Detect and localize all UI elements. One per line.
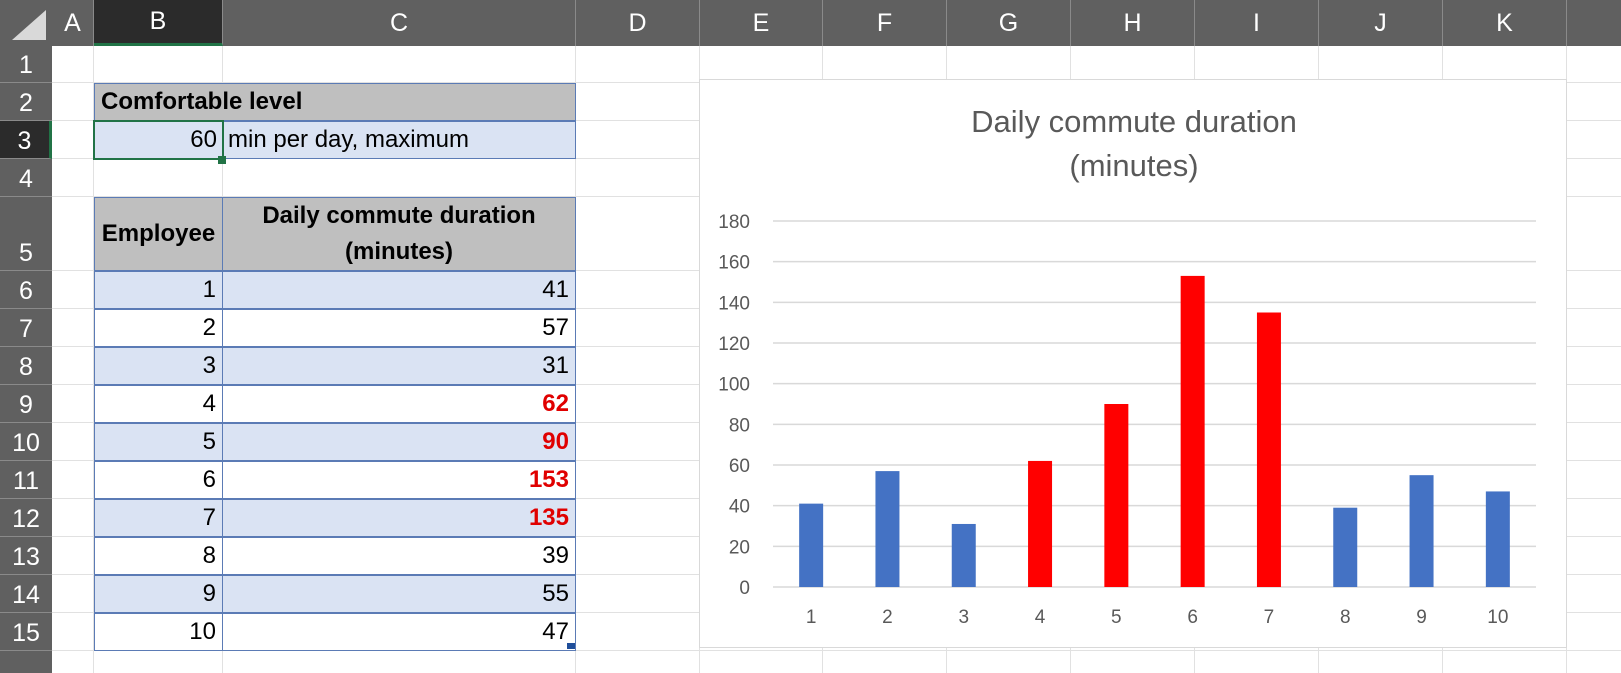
commute-minutes-cell[interactable]: 55 [222, 575, 576, 613]
y-tick-label: 160 [718, 253, 750, 274]
table-header-duration-line1: Daily commute duration [262, 202, 536, 229]
y-tick-label: 140 [718, 293, 750, 314]
x-tick-label: 9 [1416, 607, 1427, 628]
row-header-7[interactable]: 7 [0, 309, 52, 347]
commute-minutes-cell[interactable]: 41 [222, 271, 576, 309]
x-tick-label: 7 [1264, 607, 1275, 628]
chart-bar-1[interactable] [799, 503, 824, 587]
column-header-g[interactable]: G [947, 0, 1071, 46]
employee-id-cell[interactable]: 5 [94, 423, 223, 461]
commute-minutes-cell[interactable]: 31 [222, 347, 576, 385]
x-tick-label: 5 [1111, 607, 1122, 628]
x-tick-label: 1 [806, 607, 817, 628]
column-header-j[interactable]: J [1319, 0, 1443, 46]
commute-chart[interactable]: Daily commute duration (minutes) 0 20 40 60… [699, 79, 1567, 648]
chart-bar-2[interactable] [875, 471, 900, 587]
commute-minutes-cell[interactable]: 57 [222, 309, 576, 347]
employee-id-cell[interactable]: 4 [94, 385, 223, 423]
employee-id-cell[interactable]: 7 [94, 499, 223, 537]
employee-id-cell[interactable]: 1 [94, 271, 223, 309]
column-header-d[interactable]: D [576, 0, 700, 46]
table-resize-handle[interactable] [567, 643, 575, 649]
chart-bar-7[interactable] [1256, 312, 1281, 588]
chart-bar-6[interactable] [1180, 275, 1205, 587]
row-header-12[interactable]: 12 [0, 499, 52, 537]
row-header-5[interactable]: 5 [0, 197, 52, 271]
y-tick-label: 40 [729, 497, 750, 518]
x-tick-label: 3 [958, 607, 969, 628]
row-header-8[interactable]: 8 [0, 347, 52, 385]
y-tick-label: 60 [729, 456, 750, 477]
column-header-i[interactable]: I [1195, 0, 1319, 46]
comfortable-level-label[interactable]: Comfortable level [94, 83, 576, 121]
row-header-3[interactable]: 3 [0, 121, 52, 159]
commute-minutes-cell[interactable]: 153 [222, 461, 576, 499]
commute-minutes-cell[interactable]: 62 [222, 385, 576, 423]
column-header-b[interactable]: B [94, 0, 223, 46]
column-header-a[interactable]: A [52, 0, 94, 46]
row-header-13[interactable]: 13 [0, 537, 52, 575]
column-header-h[interactable]: H [1071, 0, 1195, 46]
chart-plot: 0 20 40 60 80 100 120 140 160 180 1 2 3 4 5 6 7 8 9 10 [718, 212, 1536, 628]
employee-id-cell[interactable]: 8 [94, 537, 223, 575]
table-header-duration-line2: (minutes) [345, 238, 453, 265]
table-header-employee[interactable]: Employee [94, 197, 223, 271]
row-header-11[interactable]: 11 [0, 461, 52, 499]
y-tick-label: 80 [729, 415, 750, 436]
chart-bar-5[interactable] [1104, 404, 1129, 587]
column-header-c[interactable]: C [223, 0, 576, 46]
select-all-corner[interactable] [0, 0, 52, 46]
employee-id-cell[interactable]: 2 [94, 309, 223, 347]
chart-bar-8[interactable] [1333, 507, 1358, 587]
y-tick-label: 180 [718, 212, 750, 233]
x-tick-label: 4 [1035, 607, 1046, 628]
table-header-duration[interactable]: Daily commute duration (minutes) [222, 197, 576, 271]
row-header-4[interactable]: 4 [0, 159, 52, 197]
column-header-f[interactable]: F [823, 0, 947, 46]
row-header-10[interactable]: 10 [0, 423, 52, 461]
employee-id-cell[interactable]: 3 [94, 347, 223, 385]
row-header-2[interactable]: 2 [0, 83, 52, 121]
y-tick-label: 0 [739, 578, 750, 599]
active-cell-selection [93, 120, 224, 160]
row-header-6[interactable]: 6 [0, 271, 52, 309]
commute-minutes-cell[interactable]: 135 [222, 499, 576, 537]
commute-minutes-cell[interactable]: 90 [222, 423, 576, 461]
y-tick-label: 100 [718, 375, 750, 396]
employee-id-cell[interactable]: 9 [94, 575, 223, 613]
fill-handle[interactable] [218, 156, 226, 164]
chart-bar-10[interactable] [1485, 491, 1510, 587]
select-all-icon [12, 10, 46, 40]
chart-bar-9[interactable] [1409, 475, 1434, 587]
commute-minutes-cell[interactable]: 47 [222, 613, 576, 651]
commute-minutes-cell[interactable]: 39 [222, 537, 576, 575]
employee-id-cell[interactable]: 6 [94, 461, 223, 499]
row-header-15[interactable]: 15 [0, 613, 52, 651]
x-tick-label: 8 [1340, 607, 1351, 628]
chart-bar-4[interactable] [1028, 460, 1053, 587]
employee-id-cell[interactable]: 10 [94, 613, 223, 651]
x-tick-label: 6 [1187, 607, 1198, 628]
comfortable-unit-text: min per day, maximum [228, 126, 469, 153]
column-header-k[interactable]: K [1443, 0, 1567, 46]
chart-bar-3[interactable] [951, 523, 976, 587]
x-tick-label: 2 [882, 607, 893, 628]
row-header-9[interactable]: 9 [0, 385, 52, 423]
row-header-14[interactable]: 14 [0, 575, 52, 613]
x-tick-label: 10 [1487, 607, 1508, 628]
y-tick-label: 20 [729, 537, 750, 558]
column-header-e[interactable]: E [700, 0, 823, 46]
row-header-1[interactable]: 1 [0, 46, 52, 83]
y-tick-label: 120 [718, 334, 750, 355]
